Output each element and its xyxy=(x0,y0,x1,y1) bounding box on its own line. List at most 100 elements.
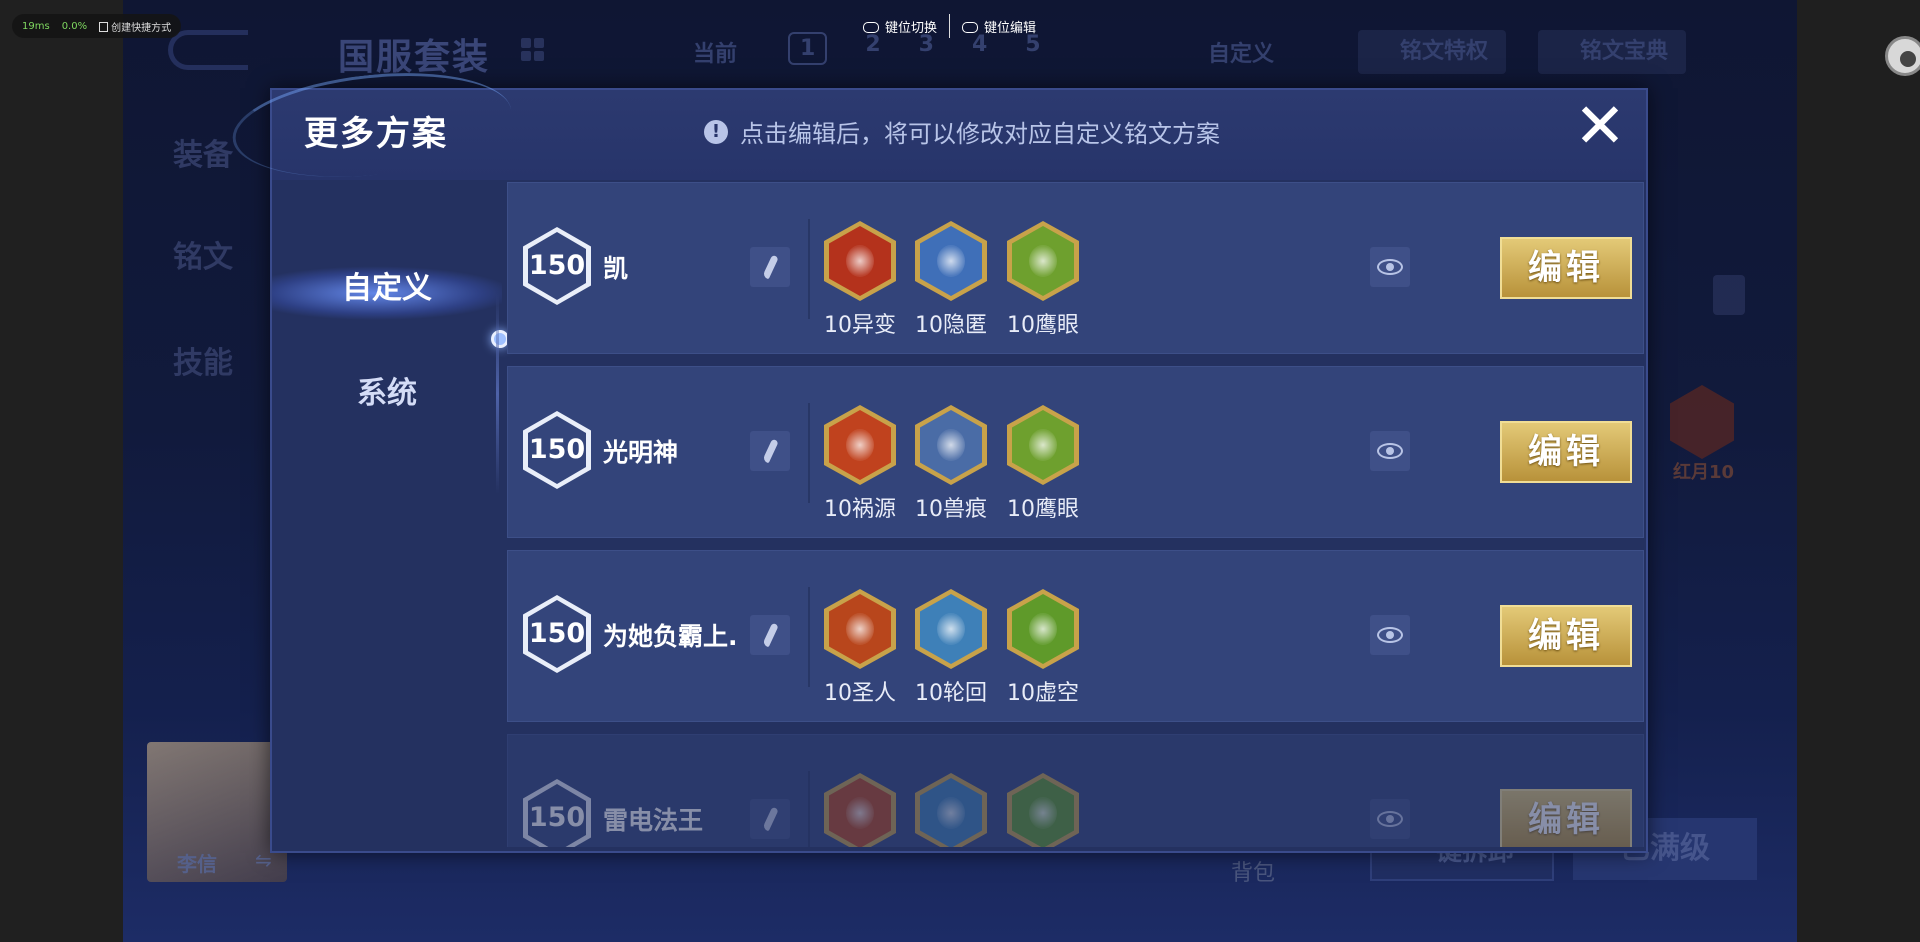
rune-icon xyxy=(915,773,987,847)
key-switch-label: 键位切换 xyxy=(885,20,938,36)
dialog-sidebar: 自定义 系统 xyxy=(272,202,509,852)
rune-slot: 10兽痕 xyxy=(915,405,987,522)
plan-row: 150 光明神 10祸源 10兽痕 10鹰眼 编辑 xyxy=(507,366,1644,538)
rune-slot xyxy=(1007,773,1079,847)
rune-icon xyxy=(1007,405,1079,485)
plan-name: 凯 xyxy=(603,254,629,283)
dialog-title: 更多方案 xyxy=(304,114,448,154)
plan-list: 150 凯 10异变 10隐匿 10鹰眼 编辑 150 光明神 10祸源 10兽… xyxy=(507,182,1644,847)
rune-slot: 10鹰眼 xyxy=(1007,405,1079,522)
level-badge: 150 xyxy=(523,595,591,673)
side-tab-skills[interactable]: 技能 xyxy=(173,338,233,382)
rename-pen-icon[interactable] xyxy=(750,431,790,471)
grid-icon[interactable] xyxy=(521,38,545,62)
rune-slot: 10圣人 xyxy=(824,589,896,706)
edit-button[interactable]: 编辑 xyxy=(1500,421,1632,483)
preview-eye-icon[interactable] xyxy=(1370,615,1410,655)
back-arrow-icon[interactable] xyxy=(168,30,248,70)
sidebar-divider xyxy=(496,294,499,494)
divider xyxy=(808,219,810,319)
side-tab-equipment[interactable]: 装备 xyxy=(173,130,233,174)
level-text: 150 xyxy=(528,802,586,833)
rename-pen-icon[interactable] xyxy=(750,615,790,655)
shortcut-label: 创建快捷方式 xyxy=(111,22,172,34)
rune-icon xyxy=(824,589,896,669)
edit-button[interactable]: 编辑 xyxy=(1500,237,1632,299)
dialog-header: 更多方案 ! 点击编辑后，将可以修改对应自定义铭文方案 ✕ xyxy=(227,60,1646,190)
rune-icon xyxy=(824,221,896,301)
level-badge: 150 xyxy=(523,227,591,305)
bg-custom-label[interactable]: 自定义 xyxy=(1208,36,1274,68)
hero-name: 李信 xyxy=(177,852,217,876)
side-tab-runes[interactable]: 铭文 xyxy=(173,232,233,276)
preview-eye-icon[interactable] xyxy=(1370,431,1410,471)
rune-icon xyxy=(824,405,896,485)
gear-icon[interactable] xyxy=(1885,36,1920,76)
rune-slot: 10祸源 xyxy=(824,405,896,522)
perf-overlay: 19ms 0.0% 创建快捷方式 xyxy=(12,14,182,38)
rune-slot: 10鹰眼 xyxy=(1007,221,1079,338)
divider xyxy=(808,403,810,503)
rune-slot: 10异变 xyxy=(824,221,896,338)
level-text: 150 xyxy=(528,434,586,465)
divider xyxy=(808,771,810,847)
rune-label: 10虚空 xyxy=(1007,681,1079,706)
sidebar-item-system[interactable]: 系统 xyxy=(272,352,502,436)
level-badge: 150 xyxy=(523,411,591,489)
rune-icon xyxy=(1007,589,1079,669)
page-tab[interactable]: 1 xyxy=(788,32,828,65)
plan-row: 150 为她负霸上. 10圣人 10轮回 10虚空 编辑 xyxy=(507,550,1644,722)
edit-button[interactable]: 编辑 xyxy=(1500,605,1632,667)
close-icon[interactable]: ✕ xyxy=(1570,95,1630,158)
rune-icon xyxy=(824,773,896,847)
rename-pen-icon[interactable] xyxy=(750,247,790,287)
rename-pen-icon[interactable] xyxy=(750,799,790,839)
plan-row: 150 雷电法王 编辑 xyxy=(507,734,1644,847)
rune-icon xyxy=(915,589,987,669)
rune-slot xyxy=(915,773,987,847)
list-icon[interactable] xyxy=(1713,275,1745,315)
key-edit-label: 键位编辑 xyxy=(984,20,1037,36)
plan-name: 雷电法王 xyxy=(603,806,704,835)
game-view: 国服套装 当前 1 2 3 4 5 自定义 铭文特权 铭文宝典 装备 铭文 技能… xyxy=(123,0,1797,942)
rune-label: 红月10 xyxy=(1673,462,1735,483)
level-badge: 150 xyxy=(523,779,591,847)
more-plans-dialog: 更多方案 ! 点击编辑后，将可以修改对应自定义铭文方案 ✕ 自定义 系统 150… xyxy=(227,60,1648,853)
rune-icon xyxy=(915,405,987,485)
gamepad-icon xyxy=(863,21,879,33)
tab-privilege[interactable]: 铭文特权 xyxy=(1358,30,1507,74)
bg-current-label: 当前 xyxy=(693,42,738,67)
key-mapping-bar: 键位切换 键位编辑 xyxy=(863,14,1036,38)
document-icon xyxy=(99,21,109,32)
divider xyxy=(808,587,810,687)
preview-eye-icon[interactable] xyxy=(1370,247,1410,287)
bg-title: 国服套装 xyxy=(338,37,491,78)
rune-icon xyxy=(1670,385,1734,459)
edit-button[interactable]: 编辑 xyxy=(1500,789,1632,847)
bag-label[interactable]: 背包 xyxy=(1231,855,1275,887)
info-icon: ! xyxy=(704,119,728,144)
level-text: 150 xyxy=(528,250,586,281)
plan-name: 为她负霸上. xyxy=(603,622,738,651)
hint: ! 点击编辑后，将可以修改对应自定义铭文方案 xyxy=(704,114,1220,149)
gamepad-icon xyxy=(962,21,979,33)
rune-slot xyxy=(824,773,896,847)
emulator-side-panel xyxy=(1797,0,1920,942)
rune-slot: 10虚空 xyxy=(1007,589,1079,706)
rune-slot: 10轮回 xyxy=(915,589,987,706)
plan-name: 光明神 xyxy=(603,438,679,467)
latency-text: 19ms xyxy=(22,20,50,32)
sidebar-item-custom[interactable]: 自定义 xyxy=(272,247,502,331)
rune-label: 10鹰眼 xyxy=(1007,497,1079,522)
key-switch-button[interactable]: 键位切换 xyxy=(863,17,937,36)
preview-eye-icon[interactable] xyxy=(1370,799,1410,839)
tab-codex[interactable]: 铭文宝典 xyxy=(1538,30,1687,74)
screen: 19ms 0.0% 创建快捷方式 国服套装 当前 1 2 3 4 5 自定义 铭… xyxy=(0,0,1920,942)
rune-icon xyxy=(1007,773,1079,847)
separator xyxy=(949,14,951,38)
cpu-text: 0.0% xyxy=(61,20,88,32)
hint-text: 点击编辑后，将可以修改对应自定义铭文方案 xyxy=(740,120,1220,148)
shortcut-button[interactable]: 创建快捷方式 xyxy=(99,19,171,34)
rune-icon xyxy=(915,221,987,301)
key-edit-button[interactable]: 键位编辑 xyxy=(962,17,1036,36)
